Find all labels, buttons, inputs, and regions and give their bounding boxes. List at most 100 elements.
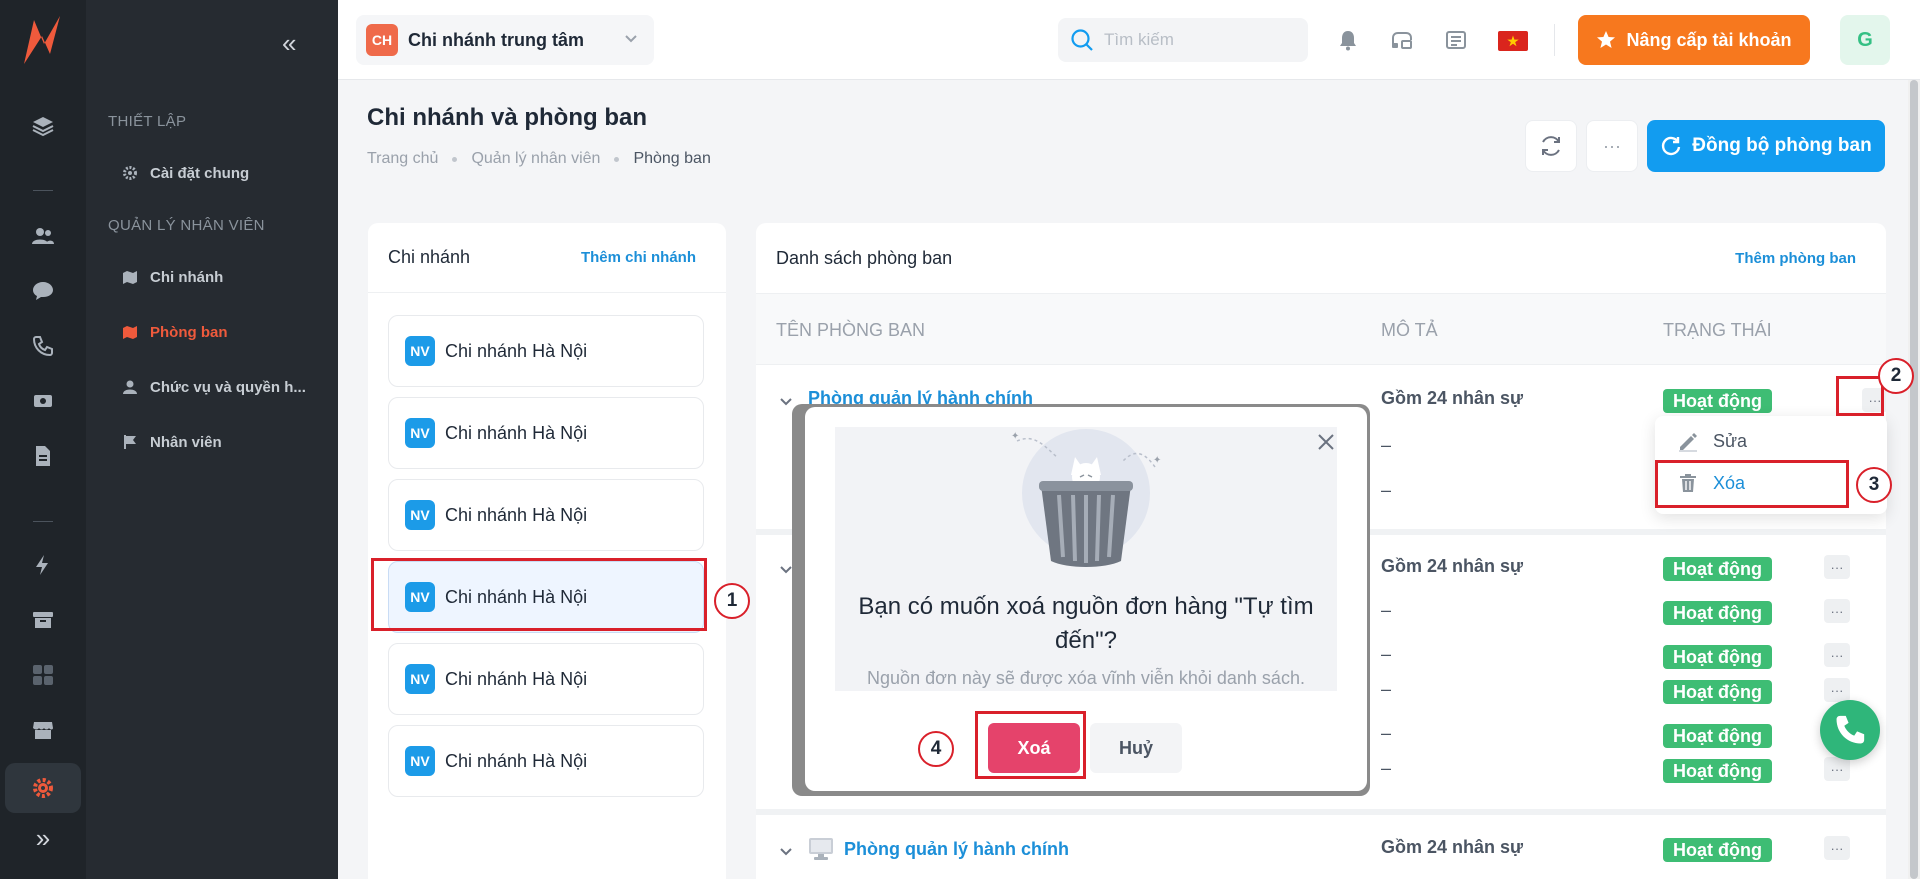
description-empty: –: [1381, 644, 1392, 664]
sidebar-item-label: Nhân viên: [150, 433, 222, 451]
step-number-3: 3: [1856, 467, 1892, 503]
table-header: TÊN PHÒNG BAN MÔ TẢ TRẠNG THÁI: [756, 293, 1886, 365]
settings-sidebar: « THIẾT LẬP Cài đặt chung QUẢN LÝ NHÂN V…: [86, 0, 338, 879]
user-icon: [123, 380, 137, 394]
status-badge: Hoạt động: [1663, 389, 1772, 413]
branch-card[interactable]: NV Chi nhánh Hà Nội: [388, 397, 704, 469]
sidebar-item-label: Cài đặt chung: [150, 164, 250, 182]
department-description: Gồm 24 nhân sự: [1381, 837, 1524, 857]
section-staff-label: QUẢN LÝ NHÂN VIÊN: [108, 217, 265, 234]
pencil-icon: [1679, 433, 1697, 452]
sidebar-item-staff[interactable]: Nhân viên: [122, 427, 222, 457]
branch-card[interactable]: NV Chi nhánh Hà Nội: [388, 315, 704, 387]
chat-icon[interactable]: [0, 271, 86, 311]
search-icon: [1071, 29, 1093, 51]
column-header-description: MÔ TẢ: [1381, 320, 1438, 340]
branch-card[interactable]: NV Chi nhánh Hà Nội: [388, 643, 704, 715]
layers-icon[interactable]: [0, 106, 86, 146]
description-empty: –: [1381, 758, 1392, 778]
close-icon[interactable]: [1315, 431, 1337, 453]
sidebar-item-general-settings[interactable]: Cài đặt chung: [122, 158, 249, 188]
status-badge: Hoạt động: [1663, 838, 1772, 862]
add-branch-link[interactable]: Thêm chi nhánh: [581, 249, 696, 266]
step-number-2: 2: [1878, 358, 1914, 394]
row-more-button[interactable]: ···: [1824, 555, 1850, 579]
automation-icon[interactable]: [0, 545, 86, 585]
branch-name: Chi nhánh Hà Nội: [445, 750, 588, 771]
add-department-link[interactable]: Thêm phòng ban: [1735, 250, 1856, 267]
cancel-button[interactable]: Huỷ: [1090, 723, 1182, 773]
chevron-down-icon[interactable]: [778, 393, 794, 409]
expand-icon[interactable]: »: [0, 818, 86, 858]
branch-badge: NV: [405, 664, 435, 694]
branch-panel-title: Chi nhánh: [388, 247, 471, 267]
money-exchange-icon[interactable]: [0, 381, 86, 421]
department-panel-title: Danh sách phòng ban: [776, 247, 953, 268]
map-icon: [123, 326, 137, 339]
sync-icon: [1662, 136, 1681, 156]
description-empty: –: [1381, 600, 1392, 620]
breadcrumb-home[interactable]: Trang chủ: [367, 150, 438, 168]
branch-badge: NV: [405, 418, 435, 448]
sidebar-item-branches[interactable]: Chi nhánh: [122, 262, 223, 292]
more-options-button[interactable]: ···: [1586, 120, 1638, 172]
branch-card[interactable]: NV Chi nhánh Hà Nội: [388, 479, 704, 551]
row-more-button[interactable]: ···: [1824, 678, 1850, 702]
confirm-delete-dialog: ✦ ✦ Bạn có muốn xoá nguồn đơn hàng "Tự t…: [805, 407, 1367, 791]
upgrade-label: Nâng cấp tài khoản: [1626, 29, 1792, 50]
sidebar-item-positions[interactable]: Chức vụ và quyền h...: [122, 372, 306, 402]
branch-badge: NV: [405, 336, 435, 366]
menu-item-edit[interactable]: Sửa: [1677, 430, 1747, 452]
search-box[interactable]: [1058, 18, 1308, 62]
branch-name: Chi nhánh Hà Nội: [445, 504, 588, 525]
top-bar: CH Chi nhánh trung tâm Nâng cấp tài khoả…: [338, 0, 1920, 80]
branch-selector[interactable]: CH Chi nhánh trung tâm: [356, 15, 654, 65]
vietnam-flag-icon[interactable]: [1498, 31, 1528, 51]
highlight-box-3: [1655, 460, 1849, 508]
bell-icon[interactable]: [1336, 28, 1360, 52]
store-icon[interactable]: [0, 710, 86, 750]
archive-icon[interactable]: [0, 600, 86, 640]
step-number-4: 4: [918, 731, 954, 767]
refresh-button[interactable]: [1525, 120, 1577, 172]
branch-card[interactable]: NV Chi nhánh Hà Nội: [388, 725, 704, 797]
users-icon[interactable]: [0, 216, 86, 256]
search-input[interactable]: [1104, 30, 1294, 50]
upgrade-account-button[interactable]: Nâng cấp tài khoản: [1578, 15, 1810, 65]
column-header-status: TRẠNG THÁI: [1663, 320, 1772, 340]
sync-label: Đồng bộ phòng ban: [1692, 135, 1872, 156]
branch-name: Chi nhánh Hà Nội: [445, 422, 588, 443]
chevron-down-icon[interactable]: [778, 843, 794, 859]
description-empty: –: [1381, 480, 1392, 500]
row-more-button[interactable]: ···: [1824, 757, 1850, 781]
row-more-button[interactable]: ···: [1824, 599, 1850, 623]
row-more-button[interactable]: ···: [1824, 836, 1850, 860]
floating-call-button[interactable]: [1820, 700, 1880, 760]
row-more-button[interactable]: ···: [1824, 643, 1850, 667]
department-name[interactable]: Phòng quản lý hành chính: [808, 837, 1069, 861]
dashboard-icon[interactable]: [0, 655, 86, 695]
support-icon[interactable]: [1390, 28, 1414, 52]
icon-rail: »: [0, 0, 86, 879]
scrollbar-thumb[interactable]: [1910, 80, 1918, 879]
sync-departments-button[interactable]: Đồng bộ phòng ban: [1647, 120, 1885, 172]
refresh-icon: [1542, 136, 1560, 156]
branch-name: Chi nhánh Hà Nội: [445, 668, 588, 689]
document-icon[interactable]: [0, 436, 86, 476]
department-description: Gồm 24 nhân sự: [1381, 556, 1524, 576]
sidebar-item-departments[interactable]: Phòng ban: [122, 317, 228, 347]
scrollbar[interactable]: [1908, 80, 1920, 879]
breadcrumb-staff-management[interactable]: Quản lý nhân viên: [471, 150, 600, 168]
sidebar-item-label: Phòng ban: [150, 323, 228, 341]
phone-call-icon[interactable]: [0, 326, 86, 366]
settings-icon[interactable]: [5, 763, 81, 813]
branch-badge: NV: [405, 746, 435, 776]
news-icon[interactable]: [1444, 28, 1468, 52]
menu-item-label: Sửa: [1713, 430, 1748, 451]
status-badge: Hoạt động: [1663, 645, 1772, 669]
app-logo[interactable]: [20, 14, 66, 66]
branch-selector-label: Chi nhánh trung tâm: [408, 29, 584, 50]
branch-badge: NV: [405, 500, 435, 530]
avatar[interactable]: G: [1840, 15, 1890, 65]
collapse-sidebar-icon[interactable]: «: [282, 30, 296, 56]
